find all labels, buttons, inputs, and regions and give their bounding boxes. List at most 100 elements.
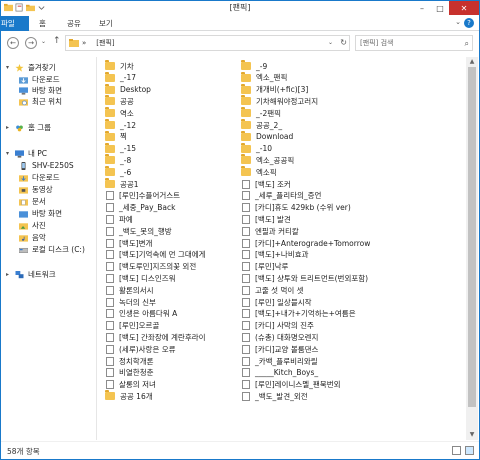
file-item[interactable]: 인생은 아름다워 A (105, 309, 177, 319)
expand-arrow-icon[interactable]: ▸ (6, 124, 9, 131)
sidebar-item-local-disk[interactable]: 로컬 디스크 (C:) (19, 244, 85, 255)
file-item[interactable]: [루민]레이니스멜_팬북번외 (241, 380, 341, 390)
file-item[interactable]: [백도] 발견 (241, 214, 291, 224)
file-item[interactable]: (세루)사랑은 오류 (105, 344, 176, 354)
folder-item[interactable]: 기차해워야정고러지 (241, 95, 318, 106)
help-icon[interactable]: ? (464, 18, 474, 28)
file-item[interactable]: 활론의서시 (105, 285, 154, 295)
file-item[interactable]: 살롱의 저녀 (105, 380, 156, 390)
close-button[interactable]: ✕ (449, 1, 479, 15)
refresh-icon[interactable]: ↻ (340, 38, 347, 47)
search-input[interactable]: [팬픽] 검색 ⌕ (355, 35, 473, 51)
tab-view[interactable]: 보기 (93, 17, 119, 31)
file-item[interactable]: [카디]휴도 429kb (수위 ver) (241, 203, 351, 213)
file-item[interactable]: 정치학개론 (105, 356, 154, 366)
file-item[interactable]: [백도] 디스인즈워 (105, 273, 176, 283)
sidebar-item-music[interactable]: 음악 (19, 232, 46, 243)
folder-item[interactable]: 기차 (105, 60, 134, 71)
sidebar-item-pictures[interactable]: 사진 (19, 220, 46, 231)
scrollbar-thumb[interactable] (468, 67, 476, 407)
folder-item[interactable]: 엑소_공공픽 (241, 154, 294, 165)
file-item[interactable]: (슈총) 대화명오렌지 (241, 332, 318, 342)
folder-item[interactable]: _-12 (105, 119, 136, 130)
file-item[interactable]: [카디]+Anterograde+Tomorrow (241, 238, 370, 248)
breadcrumb-overflow[interactable]: » (82, 39, 86, 47)
sidebar-item-desktop[interactable]: 바탕 화면 (19, 85, 62, 96)
file-item[interactable]: [루민]수플어거스트 (105, 191, 180, 201)
forward-button[interactable]: → (25, 37, 37, 49)
file-item[interactable]: _____Kitch_Boys_ (241, 368, 318, 378)
scroll-down-icon[interactable]: ▼ (466, 430, 478, 440)
file-item[interactable]: [백도루민]지즈의꽃 외전 (105, 262, 196, 272)
folder-item[interactable]: 엑소픽 (241, 166, 277, 177)
file-item[interactable]: [백도]+나비효과 (241, 250, 309, 260)
folder-item[interactable]: 역소 (105, 107, 134, 118)
sidebar-item-this-pc[interactable]: ▾ 내 PC (6, 148, 47, 159)
file-item[interactable]: [백도]기억속에 먼 그대에게 (105, 250, 206, 260)
folder-item[interactable]: Download (241, 130, 293, 142)
file-item[interactable]: 녹더의 신부 (105, 297, 156, 307)
file-item[interactable]: [백도]+내가+기억하는+여름은 (241, 309, 356, 319)
sidebar-item-downloads-pc[interactable]: 다운로드 (19, 172, 60, 183)
folder-item[interactable]: 찍 (105, 130, 127, 142)
folder-item[interactable]: _-17 (105, 71, 136, 83)
sidebar-item-phone[interactable]: SHV-E250S (19, 160, 74, 171)
scroll-up-icon[interactable]: ▲ (466, 57, 478, 67)
address-dropdown-icon[interactable]: ⌄ (328, 39, 333, 46)
file-item[interactable]: [루민]오르골 (105, 321, 159, 331)
folder-item[interactable]: 개개비(+fic)[3] (241, 83, 308, 95)
folder-item[interactable]: 공공1 (105, 178, 139, 189)
large-icons-view-button[interactable] (465, 446, 474, 455)
file-item[interactable]: 고줄 섯 먹이 셋 (241, 285, 304, 295)
file-item[interactable]: _백도_발견_외전 (241, 391, 308, 401)
folder-item[interactable]: 엑소_팬픽 (241, 71, 287, 83)
collapse-arrow-icon[interactable]: ▾ (6, 150, 9, 157)
sidebar-item-recent-places[interactable]: 최근 위치 (19, 96, 62, 107)
sidebar-item-homegroup[interactable]: ▸ 홈 그룹 (6, 122, 51, 133)
breadcrumb-current[interactable]: [팬픽] (96, 38, 114, 48)
address-bar[interactable]: » [팬픽] ⌄ ↻ (65, 35, 350, 51)
up-button[interactable]: ↑ (53, 36, 61, 46)
ribbon-expand-icon[interactable]: ⌄ (455, 18, 461, 26)
details-view-button[interactable] (452, 446, 461, 455)
tab-home[interactable]: 홈 (33, 17, 52, 31)
folder-item[interactable]: 공공 16개 (105, 390, 153, 401)
file-item[interactable]: _카백_플루비리와릴 (241, 356, 318, 366)
maximize-button[interactable]: □ (431, 1, 449, 15)
file-item[interactable]: [루민] 일상블시작 (241, 297, 312, 307)
sidebar-item-network[interactable]: ▸ 네트워크 (6, 269, 56, 280)
folder-item[interactable]: _-9 (241, 60, 267, 71)
folder-item[interactable]: _-6 (105, 166, 131, 177)
file-item[interactable]: 엔필과 커티칼 (241, 226, 299, 236)
folder-item[interactable]: _-8 (105, 154, 131, 165)
folder-item[interactable]: Desktop (105, 83, 151, 95)
sidebar-item-videos[interactable]: 동영상 (19, 184, 53, 195)
folder-item[interactable]: _-15 (105, 142, 136, 154)
file-item[interactable]: 파예 (105, 214, 133, 224)
file-item[interactable]: [백도] 간좌장에 계란후라이 (105, 332, 206, 342)
sidebar-item-desktop-pc[interactable]: 바탕 화면 (19, 208, 62, 219)
tab-share[interactable]: 공유 (61, 17, 87, 31)
file-item[interactable]: _백도_못의_행방 (105, 226, 172, 236)
folder-item[interactable]: _-10 (241, 142, 272, 154)
sidebar-item-downloads[interactable]: 다운로드 (19, 74, 60, 85)
vertical-scrollbar[interactable]: ▲ ▼ (466, 57, 478, 440)
tab-file[interactable]: 파일 (1, 16, 29, 31)
folder-item[interactable]: 공공_2_ (241, 119, 282, 130)
file-item[interactable]: _세루_플리타의_증언 (241, 191, 321, 201)
sidebar-item-favorites[interactable]: ▾ 즐겨찾기 (6, 62, 56, 73)
back-button[interactable]: ← (7, 37, 19, 49)
file-item[interactable]: [루민]낙루 (241, 262, 288, 272)
file-item[interactable]: 비열한청춘 (105, 368, 154, 378)
sidebar-item-documents[interactable]: 문서 (19, 196, 46, 207)
recent-locations-dropdown-icon[interactable]: ⌄ (41, 38, 46, 45)
file-item[interactable]: [카디]교양 볼룸댄스 (241, 344, 318, 354)
expand-arrow-icon[interactable]: ▸ (6, 271, 9, 278)
file-item[interactable]: _세중_Pay_Back (105, 203, 175, 213)
file-item[interactable]: [백도] 조커 (241, 179, 291, 189)
file-item[interactable]: [백도]변개 (105, 238, 152, 248)
minimize-button[interactable]: – (413, 1, 431, 15)
collapse-arrow-icon[interactable]: ▾ (6, 64, 9, 71)
folder-item[interactable]: 공공 (105, 95, 134, 106)
folder-item[interactable]: _-2팬픽 (241, 107, 281, 118)
